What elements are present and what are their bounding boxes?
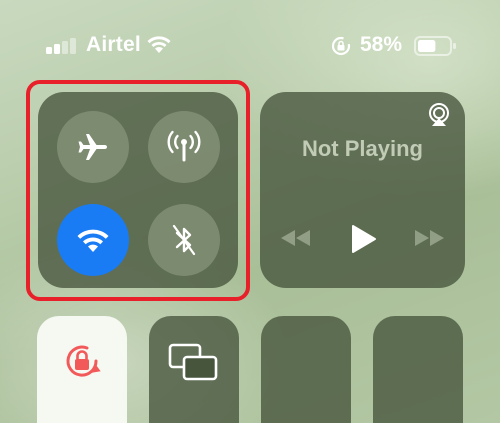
fast-forward-icon[interactable] xyxy=(413,228,445,248)
wifi-status-icon xyxy=(147,36,171,53)
battery-icon xyxy=(414,36,456,56)
play-icon[interactable] xyxy=(348,224,378,254)
screen-mirroring-icon xyxy=(168,343,218,381)
airplay-icon[interactable] xyxy=(426,103,452,127)
media-status: Not Playing xyxy=(301,136,423,161)
cellular-signal-icon xyxy=(46,38,80,54)
orientation-lock-status-icon xyxy=(331,36,351,56)
rotation-lock-icon xyxy=(66,345,101,377)
screen-mirroring-button[interactable] xyxy=(149,316,239,423)
carrier-name: Airtel xyxy=(86,33,141,56)
brightness-slider[interactable] xyxy=(261,316,351,423)
battery-percentage: 58% xyxy=(360,33,403,56)
rotation-lock-button[interactable] xyxy=(37,316,127,423)
volume-slider[interactable] xyxy=(373,316,463,423)
rewind-icon[interactable] xyxy=(280,228,312,248)
status-bar: Airtel 58% xyxy=(0,0,500,90)
highlight-box xyxy=(26,80,250,301)
